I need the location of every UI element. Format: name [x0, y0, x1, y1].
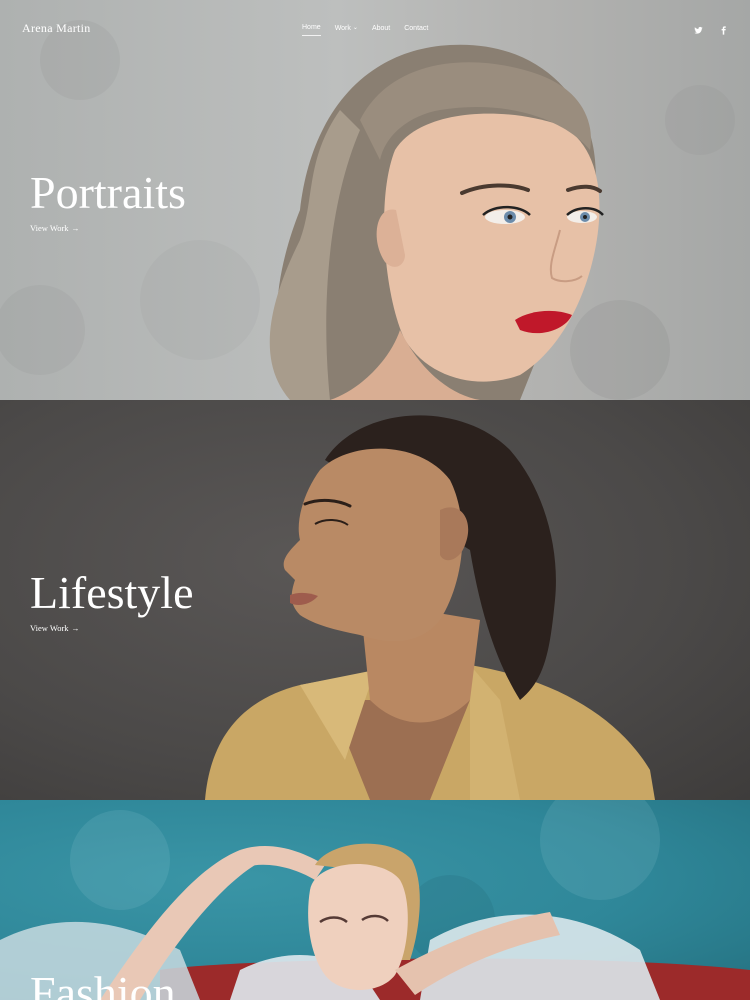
social-links	[694, 22, 728, 35]
chevron-down-icon: ⌄	[352, 25, 358, 31]
nav-home[interactable]: Home	[302, 24, 321, 36]
portraits-section[interactable]: Portraits View Work →	[0, 0, 750, 400]
nav-work[interactable]: Work ⌄	[335, 24, 358, 36]
nav-contact[interactable]: Contact	[404, 24, 428, 36]
twitter-icon[interactable]	[694, 22, 703, 34]
portraits-title: Portraits	[30, 167, 186, 218]
arrow-right-icon: →	[71, 623, 80, 633]
lifestyle-title: Lifestyle	[30, 567, 194, 618]
portraits-view-work-link[interactable]: View Work →	[30, 223, 80, 233]
fashion-section[interactable]: Fashion	[0, 800, 750, 1000]
lifestyle-view-work-link[interactable]: View Work →	[30, 623, 80, 633]
main-nav: Home Work ⌄ About Contact	[302, 24, 428, 36]
arrow-right-icon: →	[71, 223, 80, 233]
view-work-label: View Work	[30, 623, 69, 633]
view-work-label: View Work	[30, 223, 69, 233]
fashion-title: Fashion	[30, 967, 176, 1000]
site-logo[interactable]: Arena Martin	[22, 21, 91, 36]
lifestyle-section[interactable]: Lifestyle View Work →	[0, 400, 750, 800]
site-header: Arena Martin Home Work ⌄ About Contact	[0, 0, 750, 56]
facebook-icon[interactable]	[719, 22, 728, 35]
nav-about[interactable]: About	[372, 24, 390, 36]
nav-work-label: Work	[334, 24, 351, 32]
